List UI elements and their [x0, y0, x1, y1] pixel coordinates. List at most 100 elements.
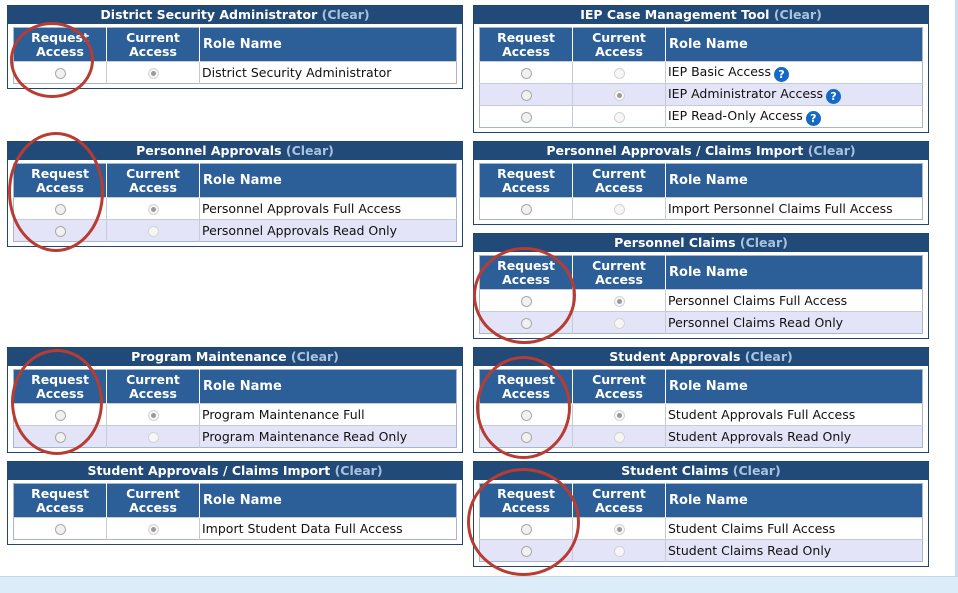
panel-student-approvals: Student Approvals (Clear) Request Access C…	[473, 347, 929, 453]
panel-title: IEP Case Management Tool (Clear)	[474, 6, 928, 24]
request-access-cell	[479, 425, 573, 448]
request-access-cell	[479, 105, 573, 128]
header-current-access: Current Access	[572, 483, 666, 518]
clear-link[interactable]: (Clear)	[774, 7, 822, 22]
request-access-radio[interactable]	[54, 410, 66, 421]
panel-student-approvals-claims-import: Student Approvals / Claims Import (Clear…	[7, 461, 463, 545]
header-row: Request Access Current Access Role Name	[479, 255, 923, 290]
request-access-radio[interactable]	[520, 410, 532, 421]
request-access-radio[interactable]	[54, 204, 66, 215]
table-row: IEP Basic Access?	[479, 61, 923, 84]
table-row: Student Claims Full Access	[479, 517, 923, 540]
table-row: Program Maintenance Full	[13, 403, 457, 426]
header-row: Request Access Current Access Role Name	[13, 163, 457, 198]
request-access-radio[interactable]	[520, 90, 532, 101]
header-request-access: Request Access	[479, 163, 573, 198]
panel-personnel-approvals: Personnel Approvals (Clear) Request Acces…	[7, 141, 463, 247]
header-role-name: Role Name	[199, 27, 457, 62]
roles-table: Request Access Current Access Role Name Per…	[479, 255, 923, 334]
footer-strip	[0, 576, 958, 593]
request-access-radio[interactable]	[520, 318, 532, 329]
panel-body: Request Access Current Access Role Name Per…	[8, 160, 462, 246]
role-name-cell: IEP Read-Only Access?	[665, 105, 923, 128]
request-access-cell	[479, 83, 573, 106]
table-row: Student Approvals Full Access	[479, 403, 923, 426]
request-access-radio[interactable]	[54, 432, 66, 443]
clear-link[interactable]: (Clear)	[733, 463, 781, 478]
panel-title: Student Approvals / Claims Import (Clear…	[8, 462, 462, 480]
header-request-access: Request Access	[13, 163, 107, 198]
request-access-radio[interactable]	[520, 68, 532, 79]
header-current-access: Current Access	[572, 255, 666, 290]
request-access-radio[interactable]	[520, 204, 532, 215]
role-name-cell: Student Claims Read Only	[665, 539, 923, 562]
header-role-name: Role Name	[665, 369, 923, 404]
role-name: Student Approvals Read Only	[668, 429, 852, 444]
header-role-name: Role Name	[665, 163, 923, 198]
request-access-radio[interactable]	[54, 226, 66, 237]
request-access-radio[interactable]	[520, 112, 532, 123]
header-row: Request Access Current Access Role Name	[479, 163, 923, 198]
panel-personnel-claims: Personnel Claims (Clear) Request Access Cu…	[473, 233, 929, 339]
panel-iep-case-management-tool: IEP Case Management Tool (Clear) Request …	[473, 5, 929, 133]
table-row: Personnel Approvals Full Access	[13, 197, 457, 220]
header-current-access: Current Access	[572, 27, 666, 62]
clear-link[interactable]: (Clear)	[745, 349, 793, 364]
current-access-radio	[613, 68, 625, 79]
current-access-cell	[106, 61, 200, 84]
request-access-cell	[13, 61, 107, 84]
panel-body: Request Access Current Access Role Name Stu…	[474, 366, 928, 452]
roles-table: Request Access Current Access Role Name Stu…	[479, 369, 923, 448]
table-row: Personnel Claims Full Access	[479, 289, 923, 312]
role-name: IEP Basic Access	[668, 63, 771, 79]
current-access-cell	[106, 403, 200, 426]
role-name-cell: Program Maintenance Full	[199, 403, 457, 426]
clear-link[interactable]: (Clear)	[291, 349, 339, 364]
panel-program-maintenance: Program Maintenance (Clear) Request Acces…	[7, 347, 463, 453]
role-name: Personnel Approvals Read Only	[202, 223, 398, 238]
header-current-access: Current Access	[106, 163, 200, 198]
clear-link[interactable]: (Clear)	[808, 143, 856, 158]
header-request-access: Request Access	[479, 369, 573, 404]
request-access-radio[interactable]	[54, 524, 66, 535]
clear-link[interactable]: (Clear)	[740, 235, 788, 250]
role-name: Personnel Claims Read Only	[668, 315, 844, 330]
current-access-radio	[613, 546, 625, 557]
roles-table: Request Access Current Access Role Name Per…	[13, 163, 457, 242]
roles-table: Request Access Current Access Role Name IEP…	[479, 27, 923, 128]
panel-body: Request Access Current Access Role Name Pro…	[8, 366, 462, 452]
request-access-cell	[479, 289, 573, 312]
request-access-cell	[479, 517, 573, 540]
help-icon[interactable]: ?	[805, 110, 821, 126]
roles-table: Request Access Current Access Role Name Imp…	[479, 163, 923, 220]
request-access-radio[interactable]	[520, 296, 532, 307]
clear-link[interactable]: (Clear)	[286, 143, 334, 158]
role-name: Program Maintenance Full	[202, 407, 365, 422]
clear-link[interactable]: (Clear)	[322, 7, 370, 22]
current-access-cell	[572, 539, 666, 562]
help-icon[interactable]: ?	[826, 88, 842, 104]
current-access-radio	[613, 204, 625, 215]
current-access-cell	[572, 425, 666, 448]
help-icon[interactable]: ?	[773, 66, 789, 82]
header-role-name: Role Name	[665, 483, 923, 518]
request-access-radio[interactable]	[54, 68, 66, 79]
request-access-radio[interactable]	[520, 524, 532, 535]
role-name-cell: IEP Administrator Access?	[665, 83, 923, 106]
request-access-radio[interactable]	[520, 546, 532, 557]
panel-title: District Security Administrator (Clear)	[8, 6, 462, 24]
roles-table: Request Access Current Access Role Name Stu…	[479, 483, 923, 562]
request-access-radio[interactable]	[520, 432, 532, 443]
role-name: Personnel Approvals Full Access	[202, 201, 402, 216]
table-row: IEP Read-Only Access?	[479, 105, 923, 128]
current-access-cell	[106, 197, 200, 220]
role-name: IEP Administrator Access	[668, 85, 824, 101]
role-name: District Security Administrator	[202, 65, 392, 80]
role-name-cell: District Security Administrator	[199, 61, 457, 84]
current-access-cell	[572, 197, 666, 220]
header-row: Request Access Current Access Role Name	[479, 27, 923, 62]
current-access-radio	[613, 432, 625, 443]
clear-link[interactable]: (Clear)	[335, 463, 383, 478]
request-access-cell	[13, 517, 107, 540]
request-access-cell	[479, 403, 573, 426]
